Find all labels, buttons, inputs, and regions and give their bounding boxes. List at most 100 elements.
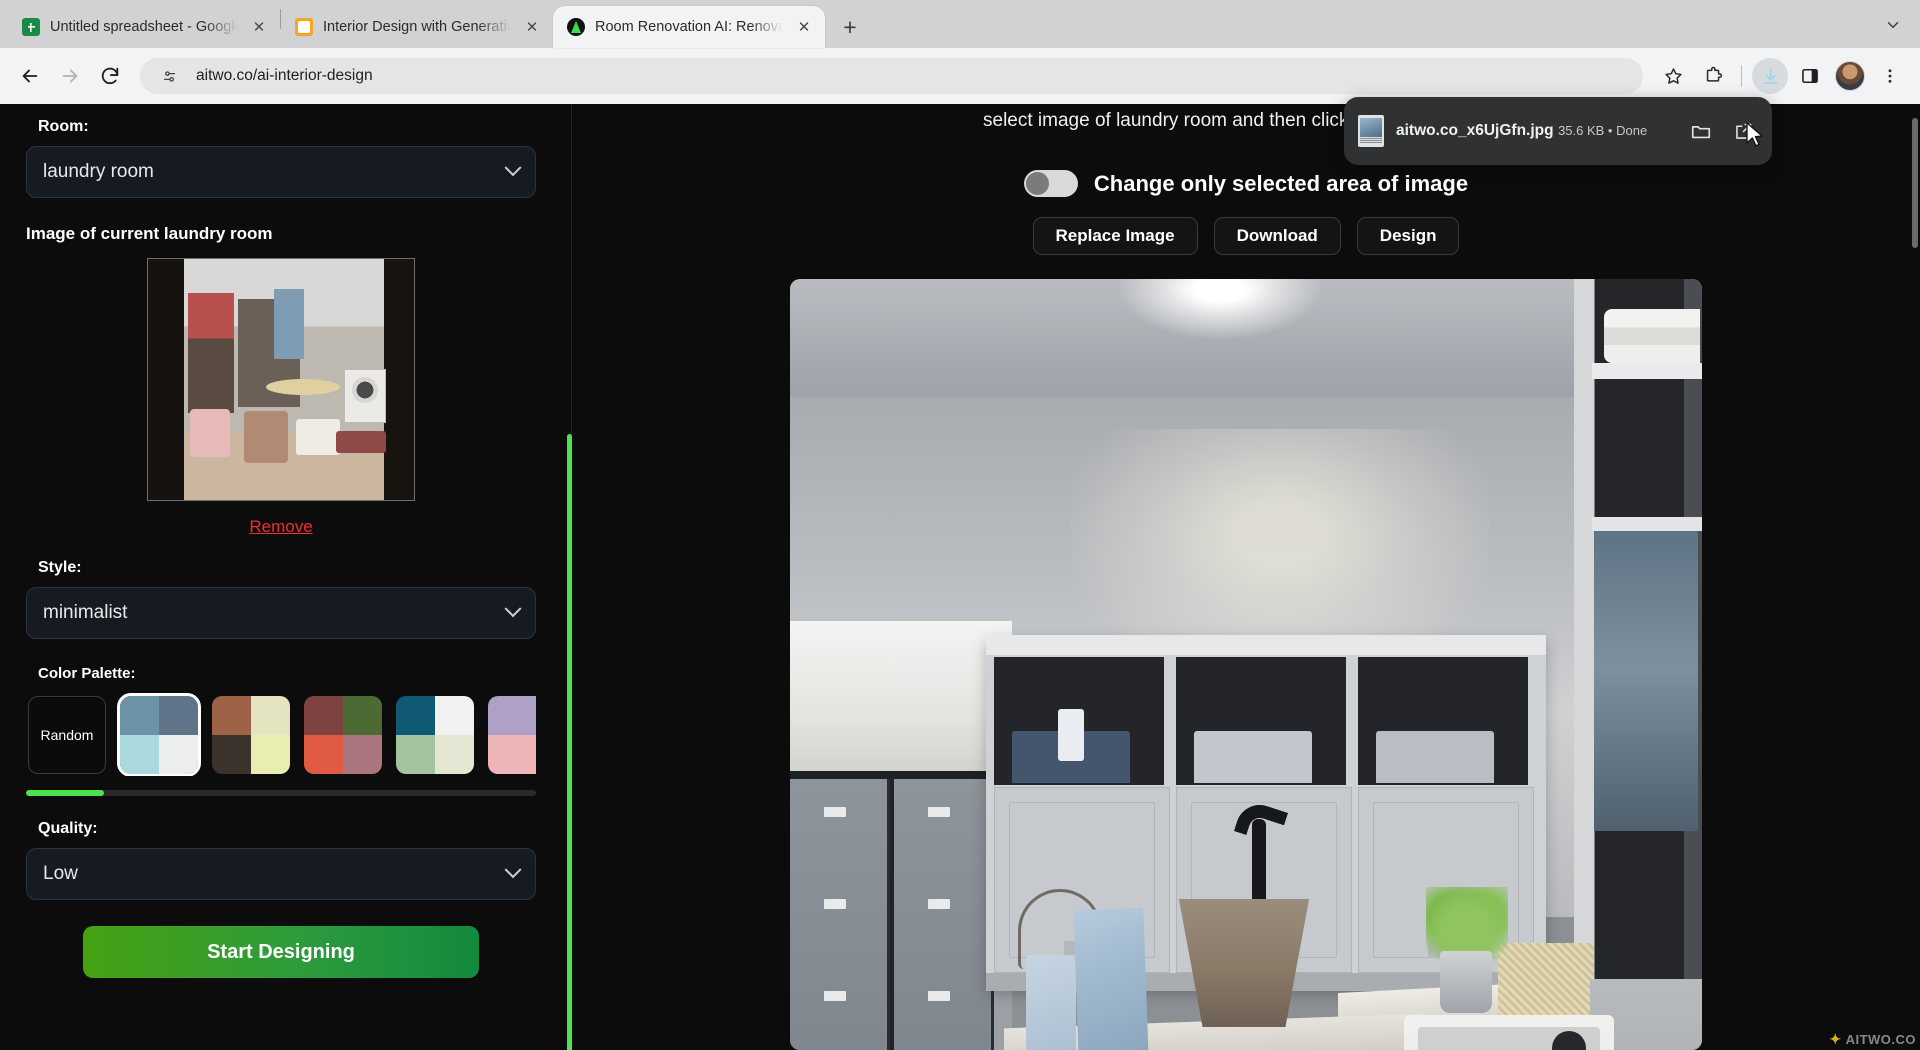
thumbnail-cabinet <box>188 293 234 413</box>
design-settings-panel: Room: laundry room Image of current laun… <box>0 104 572 1050</box>
wicker-basket <box>1498 943 1594 1021</box>
storage-bin-2 <box>1194 731 1312 783</box>
download-filename: aitwo.co_x6UjGfn.jpg <box>1396 122 1554 139</box>
palette-quadrant <box>120 735 159 774</box>
palette-quadrant <box>396 696 435 735</box>
thumbnail-basket-pink <box>190 409 230 457</box>
folder-icon[interactable] <box>1686 116 1716 146</box>
palette-quadrant <box>343 735 382 774</box>
tab-close-icon[interactable]: ✕ <box>793 16 815 38</box>
locker-label <box>824 899 846 909</box>
open-in-new-icon[interactable] <box>1728 116 1758 146</box>
palette-quadrant <box>212 735 251 774</box>
reload-icon[interactable] <box>92 58 128 94</box>
back-icon[interactable] <box>12 58 48 94</box>
palette-swatch-random[interactable]: Random <box>28 696 106 774</box>
room-select[interactable]: laundry room <box>26 146 536 198</box>
locker-label <box>928 899 950 909</box>
tab-strip: Untitled spreadsheet - Google Sheets ✕ I… <box>0 0 1920 48</box>
new-tab-button[interactable]: + <box>833 10 867 44</box>
locker-label <box>928 991 950 1001</box>
current-room-thumbnail[interactable] <box>147 258 415 501</box>
browser-tab-2[interactable]: Interior Design with Generative AI ✕ <box>281 6 553 48</box>
palette-scrollbar-thumb[interactable] <box>26 790 104 796</box>
room-label: Room: <box>38 118 536 136</box>
generated-room-image[interactable]: ✕ <box>790 279 1702 1050</box>
download-icon[interactable] <box>1752 58 1788 94</box>
thumbnail-basket-brown <box>244 411 288 463</box>
thumbnail-right-frame <box>384 259 414 500</box>
palette-quadrant <box>304 735 343 774</box>
toolbar-divider <box>1741 65 1742 87</box>
palette-scrollbar[interactable] <box>26 790 536 796</box>
right-shelf-upper <box>1592 363 1702 379</box>
browser-window: Untitled spreadsheet - Google Sheets ✕ I… <box>0 0 1920 1050</box>
page-content: Room: laundry room Image of current laun… <box>0 104 1920 1050</box>
profile-avatar[interactable] <box>1832 58 1868 94</box>
potted-plant-foliage <box>1426 887 1508 961</box>
palette-swatch-2[interactable] <box>212 696 290 774</box>
start-designing-button[interactable]: Start Designing <box>83 926 479 978</box>
aitwo-logo-icon <box>567 18 585 36</box>
palette-quadrant <box>120 696 159 735</box>
thumbnail-mat <box>336 431 386 453</box>
palette-quadrant <box>304 696 343 735</box>
browser-toolbar: aitwo.co/ai-interior-design <box>0 48 1920 104</box>
potted-plant-pot <box>1440 951 1492 1013</box>
toggle-knob <box>1026 172 1049 195</box>
room-select-value: laundry room <box>43 161 507 183</box>
extensions-icon[interactable] <box>1695 58 1731 94</box>
palette-quadrant <box>251 735 290 774</box>
window-chevron-icon[interactable] <box>1876 8 1910 42</box>
locker-label <box>824 991 846 1001</box>
palette-swatch-1[interactable] <box>120 696 198 774</box>
site-info-icon[interactable] <box>154 61 184 91</box>
style-select[interactable]: minimalist <box>26 587 536 639</box>
palette-quadrant <box>212 696 251 735</box>
thumbnail-washer-door <box>352 377 378 403</box>
google-sheets-icon <box>22 18 40 36</box>
change-selected-area-toggle[interactable] <box>1024 170 1078 197</box>
tab-title: Interior Design with Generative AI <box>323 19 511 35</box>
blue-towel-front <box>1073 908 1148 1050</box>
palette-swatch-5[interactable] <box>488 696 536 774</box>
color-palette-label: Color Palette: <box>38 665 536 682</box>
palette-quadrant <box>488 735 527 774</box>
locker-label <box>928 807 950 817</box>
palette-quadrant <box>396 735 435 774</box>
sparkle-icon: ✦ <box>1829 1031 1841 1048</box>
browser-tab-1[interactable]: Untitled spreadsheet - Google Sheets ✕ <box>8 6 280 48</box>
avatar <box>1835 61 1865 91</box>
right-shelf-lower <box>1592 517 1702 531</box>
palette-swatch-4[interactable] <box>396 696 474 774</box>
side-panel-icon[interactable] <box>1792 58 1828 94</box>
palette-swatch-3[interactable] <box>304 696 382 774</box>
current-image-wrapper <box>26 258 536 501</box>
color-palette-row[interactable]: Random <box>26 692 536 776</box>
palette-quadrant <box>435 735 474 774</box>
selected-area-toggle-row: Change only selected area of image <box>1024 170 1468 197</box>
watermark-text: AITWO.CO <box>1846 1032 1916 1047</box>
browser-tab-3-active[interactable]: Room Renovation AI: Renovate Your Room ✕ <box>553 6 825 48</box>
download-bubble[interactable]: aitwo.co_x6UjGfn.jpg 35.6 KB • Done <box>1344 97 1772 165</box>
detergent-bottle <box>1058 709 1084 761</box>
download-button[interactable]: Download <box>1214 217 1341 255</box>
chrome-menu-icon[interactable] <box>1872 58 1908 94</box>
locker-label <box>824 807 846 817</box>
remove-image-link[interactable]: Remove <box>26 517 536 537</box>
tab-close-icon[interactable]: ✕ <box>521 16 543 38</box>
tab-close-icon[interactable]: ✕ <box>248 16 270 38</box>
quality-select[interactable]: Low <box>26 848 536 900</box>
bookmark-star-icon[interactable] <box>1655 58 1691 94</box>
url-text: aitwo.co/ai-interior-design <box>196 67 1629 85</box>
palette-quadrant <box>159 696 198 735</box>
chevron-down-icon <box>505 600 522 617</box>
download-meta: aitwo.co_x6UjGfn.jpg 35.6 KB • Done <box>1396 122 1674 140</box>
thumbnail-hanging-clothes <box>274 289 304 359</box>
blue-towel-back <box>1026 955 1076 1050</box>
page-scrollbar[interactable] <box>1912 118 1918 248</box>
forward-icon[interactable] <box>52 58 88 94</box>
replace-image-button[interactable]: Replace Image <box>1033 217 1198 255</box>
design-button[interactable]: Design <box>1357 217 1460 255</box>
address-bar[interactable]: aitwo.co/ai-interior-design <box>140 58 1643 94</box>
